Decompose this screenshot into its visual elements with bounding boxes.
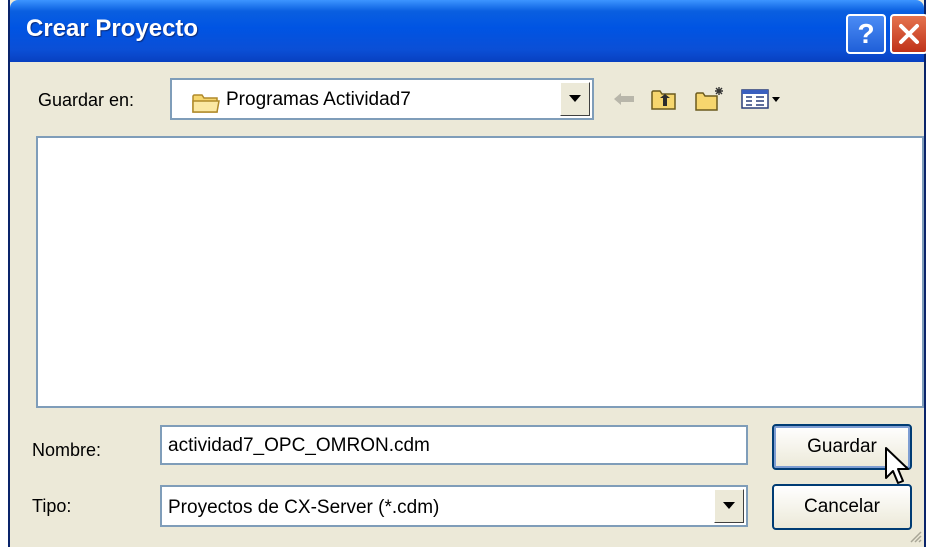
file-list[interactable]	[36, 136, 924, 408]
filetype-dropdown-button[interactable]	[714, 489, 744, 523]
resize-grip-icon[interactable]	[908, 529, 922, 543]
filetype-value: Proyectos de CX-Server (*.cdm)	[168, 497, 440, 518]
save-dialog: Crear Proyecto ? Guardar en: Programas A…	[8, 0, 926, 547]
save-in-dropdown[interactable]: Programas Actividad7	[170, 78, 594, 120]
filename-value: actividad7_OPC_OMRON.cdm	[168, 435, 430, 456]
up-folder-icon	[651, 90, 676, 110]
back-button[interactable]	[610, 84, 638, 114]
save-in-label: Guardar en:	[38, 90, 135, 110]
title-bar[interactable]: Crear Proyecto ?	[10, 0, 926, 62]
view-menu-icon	[741, 89, 780, 109]
up-folder-button[interactable]	[648, 84, 680, 114]
dialog-title: Crear Proyecto	[26, 15, 199, 42]
save-in-dropdown-button[interactable]	[560, 82, 590, 116]
close-button[interactable]	[890, 14, 926, 54]
filename-label: Nombre:	[32, 440, 102, 460]
save-in-value: Programas Actividad7	[226, 89, 411, 110]
mouse-cursor-icon	[885, 447, 909, 484]
new-folder-icon	[695, 87, 723, 111]
close-icon	[899, 24, 919, 44]
folder-icon	[192, 94, 220, 113]
help-icon: ?	[857, 18, 875, 49]
back-arrow-icon	[614, 93, 634, 105]
chevron-down-icon	[569, 95, 581, 102]
cancel-button[interactable]: Cancelar	[772, 484, 912, 530]
filetype-label: Tipo:	[32, 496, 72, 516]
filetype-dropdown[interactable]: Proyectos de CX-Server (*.cdm)	[160, 485, 748, 527]
help-button[interactable]: ?	[846, 14, 886, 54]
view-menu-button[interactable]	[738, 84, 784, 114]
new-folder-button[interactable]	[692, 84, 728, 114]
filename-input[interactable]: actividad7_OPC_OMRON.cdm	[160, 425, 748, 465]
chevron-down-icon	[723, 502, 735, 509]
